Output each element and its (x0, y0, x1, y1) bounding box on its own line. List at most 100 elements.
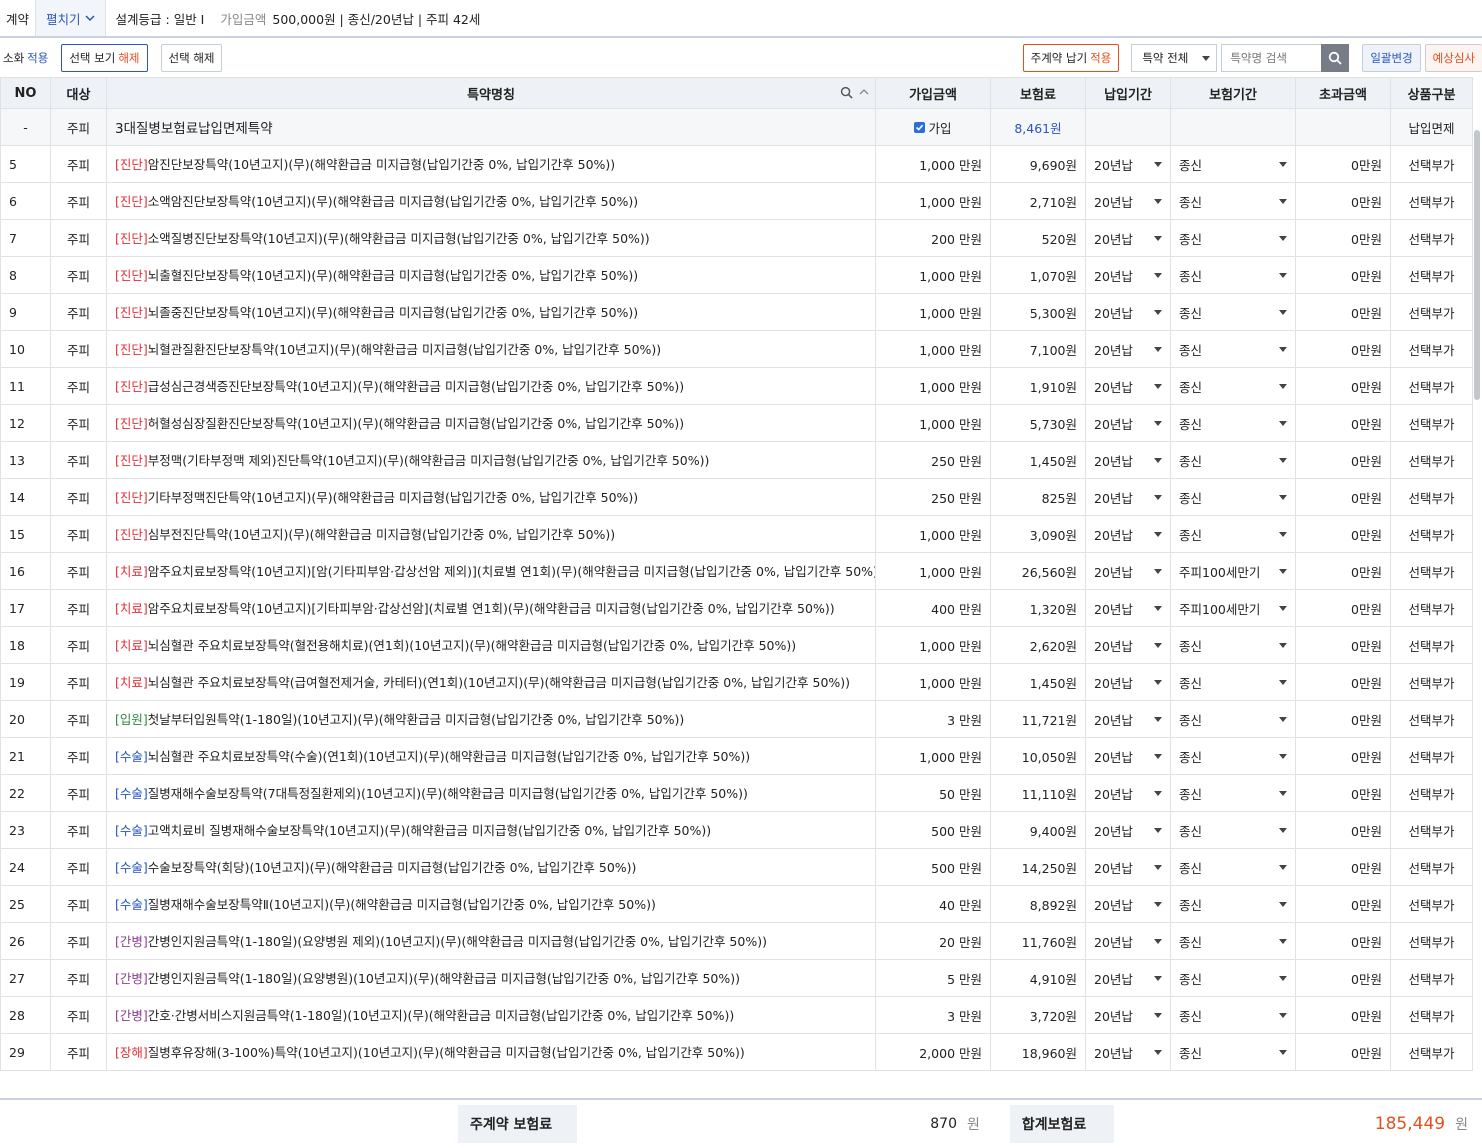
bulk-change-button[interactable]: 일괄변경 (1362, 44, 1421, 72)
cell-amount[interactable]: 1,000 만원 (875, 330, 991, 368)
pay-period-select[interactable]: 20년납 (1085, 478, 1171, 516)
pre-review-button[interactable]: 예상심사 (1424, 44, 1482, 72)
checkbox-checked-icon[interactable] (914, 121, 926, 133)
pay-period-select[interactable]: 20년납 (1085, 404, 1171, 442)
term-select[interactable]: 종신 (1170, 700, 1296, 738)
term-select[interactable]: 종신 (1170, 626, 1296, 664)
table-row[interactable]: 5 주피 [진단]암진단보장특약(10년고지)(무)(해약환급금 미지급형(납입기간… (0, 145, 1473, 183)
cell-amount[interactable]: 3 만원 (875, 996, 991, 1034)
table-row[interactable]: 16 주피 [치료]암주요치료보장특약(10년고지)[암(기타피부암·갑상선암 제외… (0, 552, 1473, 590)
table-row[interactable]: 29 주피 [장해]질병후유장해(3-100%)특약(10년고지)(10년고지)(무… (0, 1033, 1473, 1071)
table-row[interactable]: 19 주피 [치료]뇌심혈관 주요치료보장특약(급여혈전제거술, 카테터)(연1회)… (0, 663, 1473, 701)
table-row[interactable]: 13 주피 [진단]부정맥(기타부정맥 제외)진단특약(10년고지)(무)(해약환급… (0, 441, 1473, 479)
cell-amount[interactable]: 2,000 만원 (875, 1033, 991, 1071)
cell-amount[interactable]: 250 만원 (875, 478, 991, 516)
term-select[interactable]: 종신 (1170, 293, 1296, 331)
cell-amount[interactable]: 1,000 만원 (875, 552, 991, 590)
term-select[interactable]: 종신 (1170, 145, 1296, 183)
pay-period-select[interactable]: 20년납 (1085, 959, 1171, 997)
table-row[interactable]: 12 주피 [진단]허혈성심장질환진단보장특약(10년고지)(무)(해약환급금 미지… (0, 404, 1473, 442)
main-pay-button[interactable]: 주계약 납기 적용 (1022, 44, 1120, 72)
term-select[interactable]: 종신 (1170, 663, 1296, 701)
term-select[interactable]: 종신 (1170, 922, 1296, 960)
term-select[interactable]: 종신 (1170, 367, 1296, 405)
sort-up-icon[interactable] (859, 86, 869, 99)
table-row[interactable]: 9 주피 [진단]뇌졸중진단보장특약(10년고지)(무)(해약환급금 미지급형(납입… (0, 293, 1473, 331)
term-select[interactable]: 종신 (1170, 774, 1296, 812)
pay-period-select[interactable]: 20년납 (1085, 811, 1171, 849)
cell-amount[interactable]: 5 만원 (875, 959, 991, 997)
cell-amount[interactable]: 1,000 만원 (875, 626, 991, 664)
table-row[interactable]: 26 주피 [간병]간병인지원금특약(1-180일)(요양병원 제외)(10년고지)… (0, 922, 1473, 960)
fold-toggle[interactable]: 펼치기 (35, 0, 106, 36)
pay-period-select[interactable]: 20년납 (1085, 848, 1171, 886)
term-select[interactable]: 종신 (1170, 996, 1296, 1034)
cell-amount[interactable]: 50 만원 (875, 774, 991, 812)
term-select[interactable]: 종신 (1170, 330, 1296, 368)
col-category[interactable]: 상품구분 (1390, 77, 1473, 109)
table-row[interactable]: 14 주피 [진단]기타부정맥진단특약(10년고지)(무)(해약환급금 미지급형(납… (0, 478, 1473, 516)
cell-amount[interactable]: 1,000 만원 (875, 367, 991, 405)
pay-period-select[interactable]: 20년납 (1085, 1033, 1171, 1071)
table-row[interactable]: 27 주피 [간병]간병인지원금특약(1-180일)(요양병원)(10년고지)(무)… (0, 959, 1473, 997)
term-select[interactable]: 종신 (1170, 404, 1296, 442)
pay-period-select[interactable]: 20년납 (1085, 996, 1171, 1034)
table-row[interactable]: 21 주피 [수술]뇌심혈관 주요치료보장특약(수술)(연1회)(10년고지)(무)… (0, 737, 1473, 775)
term-select[interactable]: 종신 (1170, 848, 1296, 886)
col-amount[interactable]: 가입금액 (875, 77, 991, 109)
term-select[interactable]: 종신 (1170, 478, 1296, 516)
pay-period-select[interactable]: 20년납 (1085, 589, 1171, 627)
table-row[interactable]: 28 주피 [간병]간호·간병서비스지원금특약(1-180일)(10년고지)(무)(… (0, 996, 1473, 1034)
pay-period-select[interactable]: 20년납 (1085, 922, 1171, 960)
pay-period-select[interactable]: 20년납 (1085, 552, 1171, 590)
select-view-button[interactable]: 선택 보기 해제 (61, 44, 148, 72)
table-row[interactable]: 11 주피 [진단]급성심근경색증진단보장특약(10년고지)(무)(해약환급금 미지… (0, 367, 1473, 405)
term-select[interactable]: 종신 (1170, 219, 1296, 257)
cell-join[interactable]: 가입 (875, 108, 991, 146)
term-select[interactable]: 종신 (1170, 959, 1296, 997)
vertical-scrollbar[interactable] (1472, 108, 1482, 1093)
col-name[interactable]: 특약명칭 (106, 77, 876, 109)
pay-period-select[interactable]: 20년납 (1085, 219, 1171, 257)
table-row[interactable]: 23 주피 [수술]고액치료비 질병재해수술보장특약(10년고지)(무)(해약환급금… (0, 811, 1473, 849)
table-row[interactable]: 24 주피 [수술]수술보장특약(회당)(10년고지)(무)(해약환급금 미지급형(… (0, 848, 1473, 886)
cell-amount[interactable]: 500 만원 (875, 811, 991, 849)
table-row[interactable]: 25 주피 [수술]질병재해수술보장특약Ⅱ(10년고지)(무)(해약환급금 미지급형… (0, 885, 1473, 923)
cell-amount[interactable]: 200 만원 (875, 219, 991, 257)
col-pay-period[interactable]: 납입기간 (1085, 77, 1171, 109)
search-icon[interactable] (840, 86, 853, 99)
term-select[interactable]: 종신 (1170, 811, 1296, 849)
pay-period-select[interactable]: 20년납 (1085, 145, 1171, 183)
table-row[interactable]: 20 주피 [입원]첫날부터입원특약(1-180일)(10년고지)(무)(해약환급금… (0, 700, 1473, 738)
term-select[interactable]: 종신 (1170, 885, 1296, 923)
pay-period-select[interactable]: 20년납 (1085, 737, 1171, 775)
col-premium[interactable]: 보험료 (990, 77, 1086, 109)
pay-period-select[interactable]: 20년납 (1085, 663, 1171, 701)
col-no[interactable]: NO (0, 77, 51, 109)
cell-amount[interactable]: 500 만원 (875, 848, 991, 886)
cell-amount[interactable]: 1,000 만원 (875, 256, 991, 294)
scrollbar-thumb[interactable] (1474, 130, 1480, 400)
cell-amount[interactable]: 250 만원 (875, 441, 991, 479)
pay-period-select[interactable]: 20년납 (1085, 885, 1171, 923)
pay-period-select[interactable]: 20년납 (1085, 367, 1171, 405)
table-row[interactable]: 6 주피 [진단]소액암진단보장특약(10년고지)(무)(해약환급금 미지급형(납입… (0, 182, 1473, 220)
cell-amount[interactable]: 1,000 만원 (875, 182, 991, 220)
pay-period-select[interactable]: 20년납 (1085, 330, 1171, 368)
pay-period-select[interactable]: 20년납 (1085, 293, 1171, 331)
term-select[interactable]: 종신 (1170, 1033, 1296, 1071)
cell-amount[interactable]: 1,000 만원 (875, 663, 991, 701)
table-row[interactable]: 18 주피 [치료]뇌심혈관 주요치료보장특약(혈전용해치료)(연1회)(10년고지… (0, 626, 1473, 664)
term-select[interactable]: 종신 (1170, 441, 1296, 479)
deselect-button[interactable]: 선택 해제 (160, 44, 223, 72)
term-select[interactable]: 종신 (1170, 737, 1296, 775)
col-term[interactable]: 보험기간 (1170, 77, 1296, 109)
cell-amount[interactable]: 400 만원 (875, 589, 991, 627)
term-select[interactable]: 종신 (1170, 182, 1296, 220)
cell-amount[interactable]: 1,000 만원 (875, 515, 991, 553)
pay-period-select[interactable]: 20년납 (1085, 515, 1171, 553)
cell-amount[interactable]: 1,000 만원 (875, 737, 991, 775)
pay-period-select[interactable]: 20년납 (1085, 700, 1171, 738)
pay-period-select[interactable]: 20년납 (1085, 256, 1171, 294)
table-row[interactable]: 17 주피 [치료]암주요치료보장특약(10년고지)[기타피부암·갑상선암](치료별… (0, 589, 1473, 627)
